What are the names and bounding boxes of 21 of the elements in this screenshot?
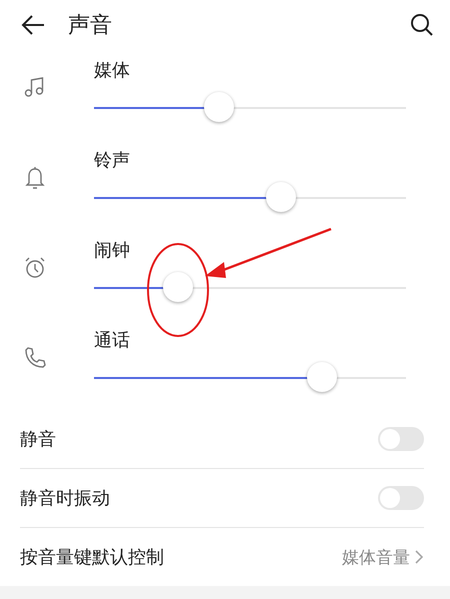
page-title: 声音 — [68, 12, 113, 40]
setting-label: 按音量键默认控制 — [20, 546, 165, 569]
setting-label: 静音时振动 — [20, 487, 111, 510]
toggle-switch[interactable] — [378, 427, 424, 451]
back-arrow-icon[interactable] — [20, 14, 46, 36]
slider-thumb[interactable] — [163, 272, 194, 302]
setting-value: 媒体音量 — [342, 546, 410, 568]
music-note-icon — [24, 76, 46, 98]
slider-label: 闹钟 — [94, 239, 130, 263]
chevron-right-icon[interactable] — [414, 549, 424, 565]
alarm-clock-icon — [23, 256, 47, 280]
slider-label: 媒体 — [94, 59, 130, 83]
slider-label: 通话 — [94, 329, 130, 353]
slider-thumb[interactable] — [306, 362, 337, 392]
search-icon[interactable] — [410, 13, 434, 37]
slider-thumb[interactable] — [204, 92, 234, 122]
slider-thumb[interactable] — [266, 182, 296, 212]
setting-label: 静音 — [20, 428, 57, 451]
phone-icon — [23, 346, 47, 370]
toggle-switch[interactable] — [378, 486, 424, 510]
slider-label: 铃声 — [94, 149, 130, 173]
